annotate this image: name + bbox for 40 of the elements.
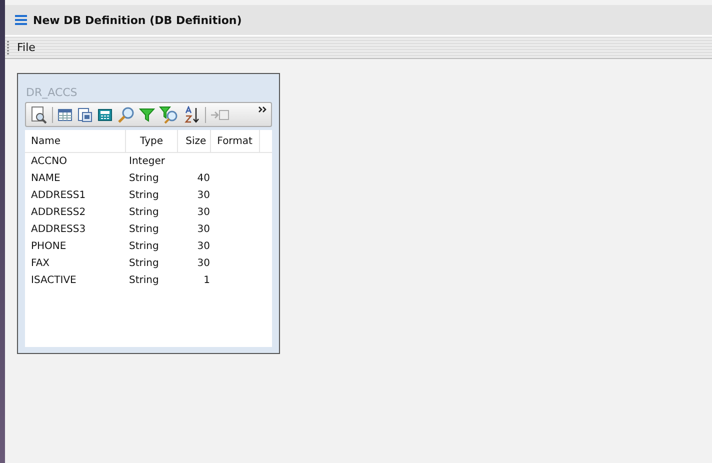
table-cell-text: String [129, 241, 160, 252]
table-cell-text: PHONE [30, 241, 68, 252]
column-header[interactable]: Type [126, 130, 178, 152]
table-cell-text: String [129, 190, 160, 201]
table-cell-text: ADDRESS2 [30, 207, 87, 218]
filter-icon[interactable] [139, 106, 155, 122]
table-cell-text: String [129, 224, 160, 235]
table-cell: 1 [204, 275, 210, 286]
table-cell: 30 [197, 207, 210, 218]
table-cell-text: NAME [30, 173, 62, 184]
table-cell-text: ADDRESS1 [30, 190, 87, 201]
table-cell: 30 [197, 224, 210, 235]
menu-item[interactable]: File [17, 41, 36, 54]
preview-icon[interactable] [30, 106, 48, 124]
table-cell-text: String [129, 258, 160, 269]
chevron-icon[interactable] [258, 106, 267, 113]
column-header[interactable]: Size [178, 130, 212, 152]
table-cell: 40 [197, 173, 210, 184]
table-cell-text: Integer [129, 156, 166, 167]
column-header[interactable]: Name [25, 130, 126, 152]
table-cell-text: ISACTIVE [30, 275, 78, 286]
table-cell-text: ACCNO [30, 156, 68, 167]
menu-lines-icon [15, 15, 27, 25]
table-cell-text: ADDRESS3 [30, 224, 87, 235]
panel-title: DR_ACCS [25, 85, 78, 101]
window-title: New DB Definition (DB Definition) [33, 14, 242, 26]
calculator-icon[interactable] [97, 106, 113, 122]
sort-icon[interactable] [183, 106, 201, 124]
table-cell: 30 [197, 241, 210, 252]
search-icon[interactable] [117, 106, 135, 124]
table-cell: 30 [197, 190, 210, 201]
table-cell: 30 [197, 258, 210, 269]
forms-icon[interactable] [77, 106, 93, 122]
table-cell-text: String [129, 173, 160, 184]
filter-search-icon[interactable] [159, 106, 179, 124]
table-cell-text: FAX [30, 258, 51, 269]
table-cell-text: String [129, 275, 160, 286]
table-icon[interactable] [57, 106, 73, 122]
column-header[interactable]: Format [211, 130, 260, 152]
table-cell-text: String [129, 207, 160, 218]
